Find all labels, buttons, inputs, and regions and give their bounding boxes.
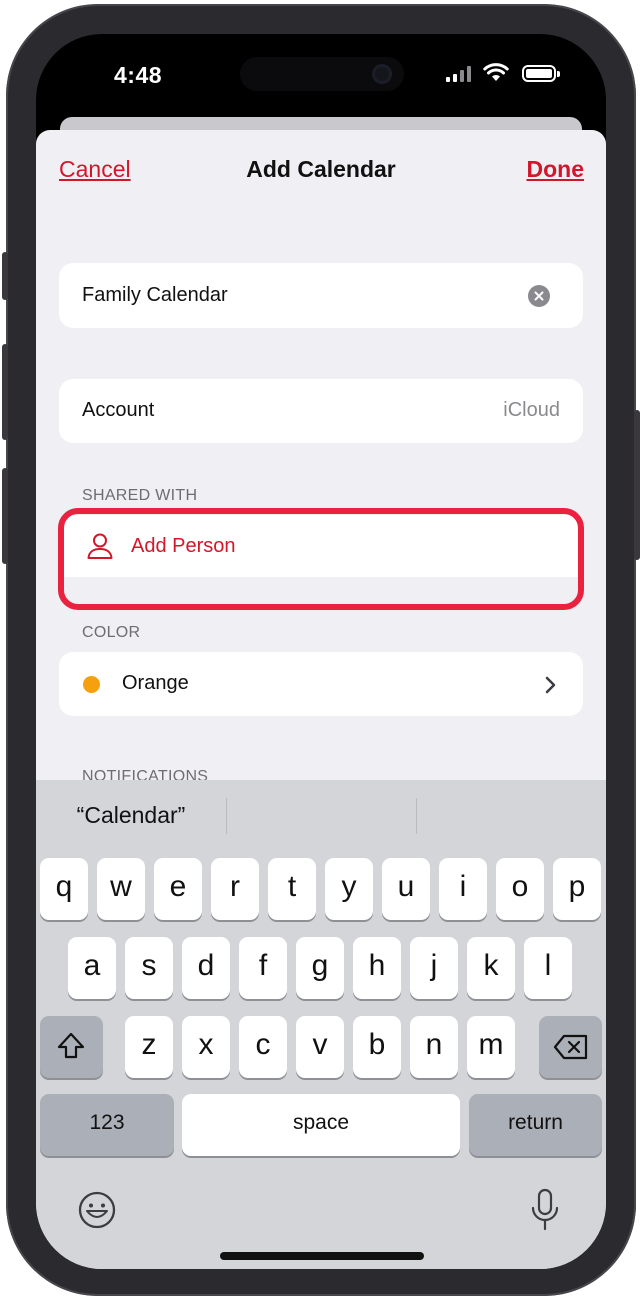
navigation-bar: Cancel Add Calendar Done [36, 130, 606, 214]
space-key[interactable]: space [182, 1094, 460, 1156]
battery-icon [522, 65, 560, 82]
shared-with-header: SHARED WITH [82, 487, 198, 504]
done-button[interactable]: Done [527, 156, 585, 183]
key-b[interactable]: b [353, 1016, 401, 1078]
camera-icon [372, 64, 392, 84]
key-q[interactable]: q [40, 858, 88, 920]
delete-key[interactable] [539, 1016, 602, 1078]
key-k[interactable]: k [467, 937, 515, 999]
add-calendar-sheet: Cancel Add Calendar Done Family Calendar… [36, 130, 606, 1269]
account-row: Account iCloud [59, 379, 583, 443]
action-button [2, 252, 8, 300]
key-u[interactable]: u [382, 858, 430, 920]
numbers-key[interactable]: 123 [40, 1094, 174, 1156]
calendar-name-field[interactable]: Family Calendar [59, 263, 583, 328]
return-key[interactable]: return [469, 1094, 602, 1156]
key-r[interactable]: r [211, 858, 259, 920]
key-m[interactable]: m [467, 1016, 515, 1078]
key-h[interactable]: h [353, 937, 401, 999]
chevron-right-icon [545, 676, 556, 694]
key-w[interactable]: w [97, 858, 145, 920]
clear-text-icon[interactable] [528, 285, 550, 307]
suggestion-bar: “Calendar” [36, 780, 606, 856]
key-n[interactable]: n [410, 1016, 458, 1078]
wifi-icon [483, 63, 509, 81]
power-button [634, 410, 640, 560]
suggestion-item[interactable]: “Calendar” [36, 802, 226, 829]
status-bar: 4:48 [36, 34, 606, 124]
suggestion-divider [226, 798, 227, 834]
key-v[interactable]: v [296, 1016, 344, 1078]
key-g[interactable]: g [296, 937, 344, 999]
color-swatch [83, 676, 100, 693]
key-c[interactable]: c [239, 1016, 287, 1078]
highlight-annotation [58, 508, 584, 610]
status-time: 4:48 [114, 62, 163, 88]
key-s[interactable]: s [125, 937, 173, 999]
key-z[interactable]: z [125, 1016, 173, 1078]
shift-key[interactable] [40, 1016, 103, 1078]
key-j[interactable]: j [410, 937, 458, 999]
keyboard: “Calendar” q w e r t y u i o p a s d f g… [36, 780, 606, 1269]
volume-up-button [2, 344, 8, 440]
volume-down-button [2, 468, 8, 564]
key-t[interactable]: t [268, 858, 316, 920]
key-e[interactable]: e [154, 858, 202, 920]
delete-backspace-icon [553, 1034, 588, 1060]
page-title: Add Calendar [246, 156, 396, 182]
key-p[interactable]: p [553, 858, 601, 920]
key-i[interactable]: i [439, 858, 487, 920]
color-header: COLOR [82, 624, 141, 641]
key-o[interactable]: o [496, 858, 544, 920]
color-row[interactable]: Orange [59, 652, 583, 716]
key-y[interactable]: y [325, 858, 373, 920]
key-x[interactable]: x [182, 1016, 230, 1078]
key-a[interactable]: a [68, 937, 116, 999]
key-f[interactable]: f [239, 937, 287, 999]
calendar-name-value: Family Calendar [82, 284, 228, 306]
emoji-icon[interactable] [77, 1190, 117, 1230]
microphone-icon[interactable] [530, 1188, 560, 1232]
shift-icon [57, 1032, 85, 1059]
color-value: Orange [122, 672, 189, 694]
phone-screen: 4:48 Cancel Add Calendar Done Family Cal… [36, 34, 606, 1269]
home-indicator[interactable] [220, 1252, 424, 1260]
key-d[interactable]: d [182, 937, 230, 999]
account-value: iCloud [503, 399, 560, 421]
cellular-signal-icon [446, 66, 472, 82]
key-l[interactable]: l [524, 937, 572, 999]
suggestion-divider [416, 798, 417, 834]
account-label: Account [82, 399, 155, 421]
